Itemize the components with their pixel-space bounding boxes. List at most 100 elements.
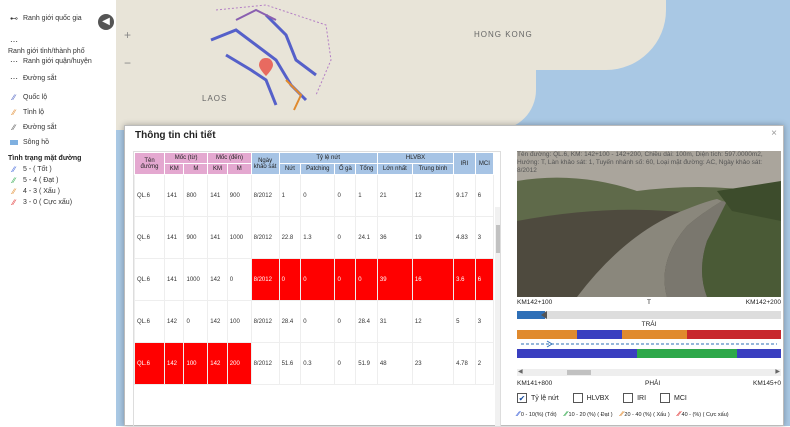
water-icon <box>8 138 20 147</box>
table-cell: 3 <box>474 216 495 259</box>
zoom-out-icon[interactable]: − <box>124 56 131 70</box>
table-cell: 12 <box>411 174 455 217</box>
table-cell: 8/2012 <box>250 300 280 343</box>
table-cell: 21 <box>376 174 413 217</box>
km-top-mid: T <box>647 299 651 306</box>
legend-district-boundary: ⋯ Ranh giới quận/huyện <box>8 57 116 66</box>
legend-railway: ⋯ Đường sắt <box>8 74 116 83</box>
table-cell: 36 <box>376 216 413 259</box>
table-cell: 8/2012 <box>250 342 280 385</box>
slider-handle-icon[interactable] <box>541 311 547 319</box>
table-cell: 142 <box>207 300 228 343</box>
legend-provincial-label: Ranh giới tỉnh/thành phố <box>8 48 116 55</box>
scroll-left-icon[interactable]: ◀ <box>518 368 523 375</box>
header-moc-tu: Mốc (từ) <box>163 152 209 164</box>
condition-poor-icon: ∕∕ <box>12 187 16 196</box>
table-cell: 8/2012 <box>250 174 280 217</box>
table-cell: 100 <box>226 300 252 343</box>
table-cell: 1000 <box>226 216 252 259</box>
legend-label: 5 - ( Tốt ) <box>23 166 52 173</box>
table-cell: 3.6 <box>453 258 476 301</box>
legend-label: 20 - 40 (%) ( Xấu ) <box>624 412 670 418</box>
checkbox-label: HLVBX <box>586 394 610 402</box>
table-cell: 0.3 <box>300 342 336 385</box>
segment-horizontal-scrollbar[interactable]: ◀ ▶ <box>517 369 781 376</box>
table-cell: 200 <box>226 342 252 385</box>
table-cell: 100 <box>183 342 209 385</box>
header-patching: Patching <box>300 163 336 175</box>
table-cell: 141 <box>163 216 185 259</box>
condition-good-icon: ∕∕ <box>12 165 16 174</box>
header-km-to: KM <box>207 163 228 175</box>
table-row[interactable]: QL.6 142 100 142 200 8/2012 51.6 0.3 0 51.9 48 23 4.… <box>134 342 495 385</box>
header-avg: Trung bình <box>411 163 455 175</box>
table-cell: 0 <box>334 342 357 385</box>
table-cell: 28.4 <box>355 300 378 343</box>
table-row[interactable]: QL.6 141 900 141 1000 8/2012 22.8 1.3 0 24.1 36 19 4… <box>134 216 495 259</box>
provincial-boundary-icon: ⋯ <box>10 37 18 46</box>
legend-river-lake: Sông hồ <box>8 138 116 147</box>
legend-condition-fair: ∕∕ 5 - 4 ( Đạt ) <box>8 176 116 185</box>
legend-provincial-road: ∕∕ Tỉnh lộ <box>8 108 116 117</box>
survey-table-container[interactable]: Tên đường Mốc (từ) Mốc (đến) Ngày khảo s… <box>133 151 501 427</box>
scrollbar-thumb[interactable] <box>567 370 591 375</box>
table-cell: 1 <box>355 174 378 217</box>
segment-info-text: Tên đường: QL.6, KM: 142+100 - 142+200, … <box>517 151 763 174</box>
table-cell: 51.6 <box>278 342 302 385</box>
table-cell: 0 <box>183 300 209 343</box>
table-cell: 1 <box>278 174 302 217</box>
legend-label: Tỉnh lộ <box>23 109 45 116</box>
checkbox-box[interactable] <box>660 393 671 403</box>
checkbox-box[interactable] <box>623 393 634 403</box>
left-lane-segments[interactable] <box>517 330 781 339</box>
table-cell: 4.78 <box>453 342 476 385</box>
table-cell: 141 <box>207 174 228 217</box>
position-slider[interactable] <box>517 311 781 319</box>
checkbox-box[interactable]: ✔ <box>517 393 527 403</box>
checkbox-hlvbx[interactable]: HLVBX <box>572 393 610 403</box>
legend-label: Ranh giới quận/huyện <box>23 58 92 65</box>
collapse-legend-button[interactable]: ◀ <box>98 14 114 30</box>
checkbox-mci[interactable]: MCI <box>660 393 687 403</box>
legend-label: 4 - 3 ( Xấu ) <box>23 188 60 195</box>
table-vertical-scrollbar[interactable] <box>495 207 500 426</box>
legend-condition-very-poor: ∕∕ 3 - 0 ( Cực xấu) <box>8 198 116 207</box>
legend-label: Ranh giới tỉnh/thành phố <box>8 48 85 55</box>
survey-table: Tên đường Mốc (từ) Mốc (đến) Ngày khảo s… <box>134 152 495 385</box>
table-cell: 0 <box>278 258 302 301</box>
checkbox-box[interactable] <box>572 393 583 403</box>
km-top-right: KM142+200 <box>745 299 781 306</box>
detail-modal: Thông tin chi tiết × Tên đường Mốc (từ) … <box>124 125 784 427</box>
table-row[interactable]: QL.6 141 1000 142 0 8/2012 0 0 0 0 39 16 3.6 6 <box>134 258 495 301</box>
table-cell: 800 <box>183 174 209 217</box>
table-cell: 16 <box>411 258 455 301</box>
legend-railway-road: ∕∕ Đường sắt <box>8 123 116 132</box>
checkbox-crack-ratio[interactable]: ✔ Tỷ lệ nứt <box>517 393 559 403</box>
checkbox-label: IRI <box>637 394 647 402</box>
close-icon[interactable]: × <box>771 128 777 139</box>
legend-label: Đường sắt <box>23 75 57 82</box>
header-pothole: Ổ gà <box>334 163 357 175</box>
road-network-overlay <box>210 4 332 111</box>
condition-fair-icon: ∕∕ <box>12 176 16 185</box>
table-row[interactable]: QL.6 141 800 141 900 8/2012 1 0 0 1 21 12 9.17 6 <box>134 174 495 217</box>
right-lane-segments[interactable] <box>517 349 781 358</box>
table-cell: 0 <box>334 300 357 343</box>
legend-label: Đường sắt <box>23 124 57 131</box>
zoom-in-icon[interactable]: + <box>124 28 131 42</box>
table-cell: 31 <box>376 300 413 343</box>
map-pin-icon[interactable] <box>259 58 273 76</box>
checkbox-label: MCI <box>674 394 687 402</box>
scroll-right-icon[interactable]: ▶ <box>775 368 780 375</box>
table-cell: 142 <box>207 258 228 301</box>
legend-condition-good: ∕∕ 5 - ( Tốt ) <box>8 165 116 174</box>
condition-title: Tình trạng mặt đường <box>8 155 82 162</box>
provincial-road-icon: ∕∕ <box>12 108 16 117</box>
table-row[interactable]: QL.6 142 0 142 100 8/2012 28.4 0 0 28.4 31 12 5 3 <box>134 300 495 343</box>
legend-national-road: ∕∕ Quốc lộ <box>8 93 116 102</box>
legend-label: Ranh giới quốc gia <box>23 15 82 22</box>
checkbox-iri[interactable]: IRI <box>623 393 646 403</box>
scrollbar-thumb[interactable] <box>496 225 500 253</box>
km-bottom-row: KM141+800 PHẢI KM145+0 <box>517 380 781 387</box>
table-cell: 2 <box>474 342 495 385</box>
